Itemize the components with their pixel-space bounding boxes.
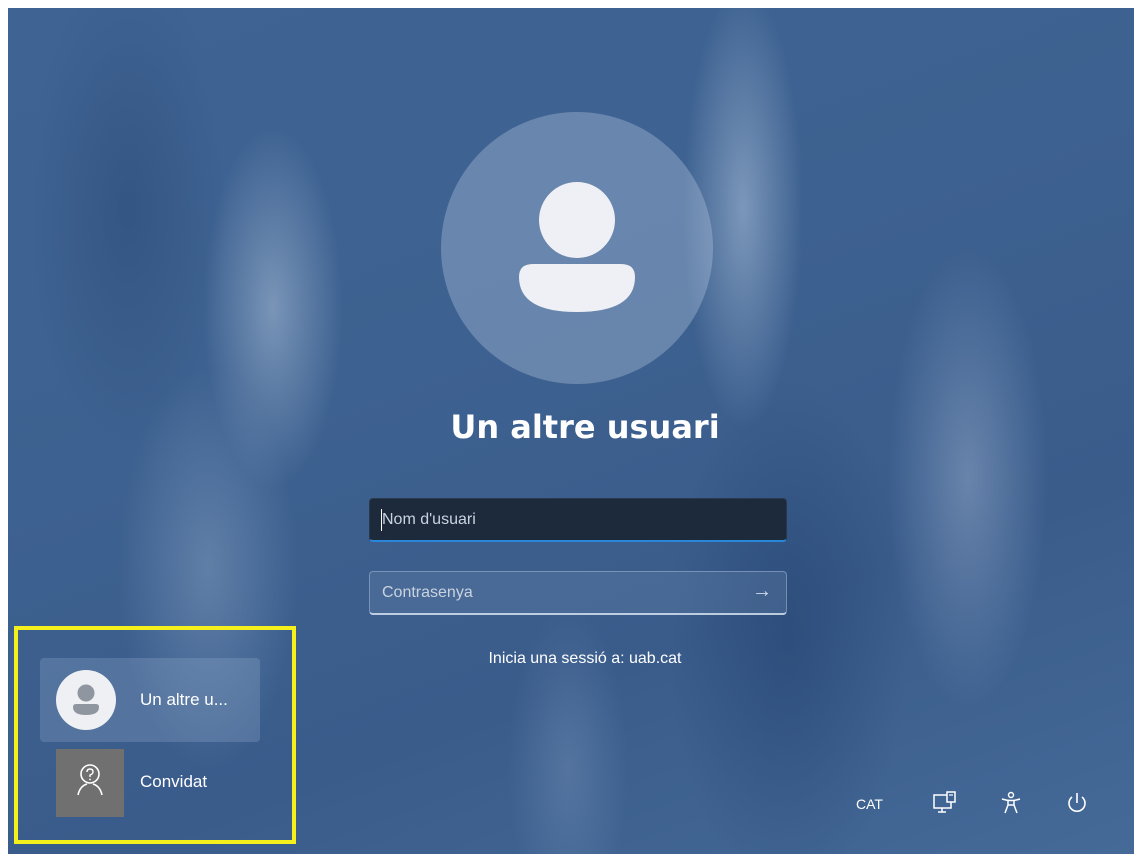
user-list-item-guest[interactable]: Convidat — [40, 746, 260, 818]
user-list-name: Un altre u... — [140, 690, 228, 709]
user-avatar — [441, 112, 713, 384]
lock-screen-background: Un altre usuari Nom d'usuari Contrasenya… — [8, 8, 1134, 854]
user-silhouette-icon — [56, 670, 116, 730]
user-list-item-other-user[interactable]: Un altre u... — [40, 658, 260, 742]
language-indicator[interactable]: CAT — [856, 796, 883, 812]
user-silhouette-icon — [519, 182, 635, 312]
user-list-name: Convidat — [140, 772, 208, 791]
arrow-right-icon[interactable]: → — [752, 580, 772, 603]
power-icon[interactable] — [1064, 790, 1090, 816]
accessibility-icon[interactable] — [998, 790, 1024, 816]
sign-in-domain: Inicia una sessió a: uab.cat — [488, 650, 682, 667]
password-placeholder: Contrasenya — [382, 584, 473, 601]
username-field[interactable]: Nom d'usuari — [369, 498, 787, 542]
password-field[interactable]: Contrasenya → — [369, 571, 787, 615]
network-monitor-icon[interactable] — [932, 790, 958, 816]
user-title: Un altre usuari — [450, 408, 720, 446]
username-placeholder: Nom d'usuari — [382, 511, 476, 528]
guest-person-icon — [56, 749, 124, 817]
